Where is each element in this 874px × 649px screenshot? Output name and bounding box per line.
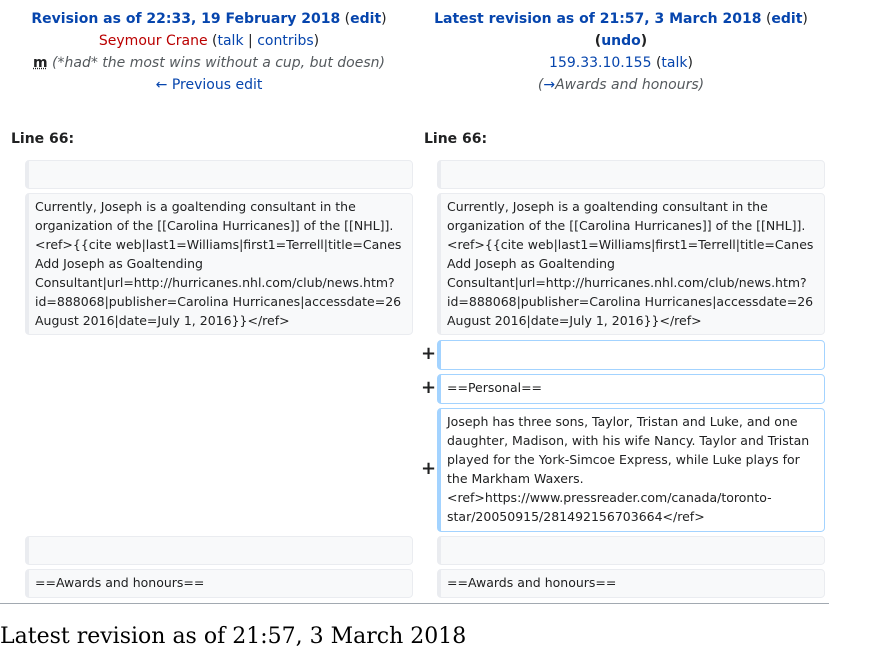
undo-link[interactable]: undo bbox=[601, 33, 641, 49]
old-context-blank bbox=[25, 536, 413, 565]
added-paragraph-line: Joseph has three sons, Taylor, Tristan a… bbox=[437, 408, 825, 532]
previous-edit-link[interactable]: ← Previous edit bbox=[156, 77, 263, 93]
new-line-number: Line 66: bbox=[424, 131, 488, 147]
revision-page-title: Latest revision as of 21:57, 3 March 201… bbox=[0, 624, 467, 649]
new-edit-link[interactable]: edit bbox=[771, 11, 802, 27]
added-line-marker: + bbox=[421, 377, 437, 398]
new-edit-summary: (→Awards and honours) bbox=[537, 77, 705, 93]
minor-edit-flag: m bbox=[33, 55, 48, 71]
paren-close: ) bbox=[381, 11, 387, 27]
new-user-link[interactable]: 159.33.10.155 bbox=[549, 55, 651, 71]
added-line-marker: + bbox=[421, 343, 437, 364]
added-line-marker: + bbox=[421, 458, 437, 479]
old-edit-link[interactable]: edit bbox=[350, 11, 381, 27]
section-arrow-link[interactable]: → bbox=[543, 77, 555, 93]
new-revision-header: Latest revision as of 21:57, 3 March 201… bbox=[412, 8, 830, 96]
old-revision-header: Revision as of 22:33, 19 February 2018 (… bbox=[31, 11, 387, 93]
new-user-talk-link[interactable]: talk bbox=[661, 55, 687, 71]
old-line-number: Line 66: bbox=[11, 131, 75, 147]
old-awards-heading: ==Awards and honours== bbox=[25, 569, 413, 598]
old-user-contribs-link[interactable]: contribs bbox=[257, 33, 313, 49]
old-context-paragraph: Currently, Joseph is a goaltending consu… bbox=[25, 193, 413, 335]
old-context-blank bbox=[25, 160, 413, 189]
added-heading-line: ==Personal== bbox=[437, 374, 825, 404]
old-edit-summary: (*had* the most wins without a cup, but … bbox=[52, 55, 385, 71]
old-user-talk-link[interactable]: talk bbox=[217, 33, 243, 49]
divider bbox=[0, 603, 829, 604]
new-revision-link[interactable]: Latest revision as of 21:57, 3 March 201… bbox=[434, 11, 761, 27]
old-user-link[interactable]: Seymour Crane bbox=[99, 33, 208, 49]
added-blank-line bbox=[437, 340, 825, 370]
new-context-paragraph: Currently, Joseph is a goaltending consu… bbox=[437, 193, 825, 335]
new-context-blank bbox=[437, 536, 825, 565]
new-awards-heading: ==Awards and honours== bbox=[437, 569, 825, 598]
old-revision-link[interactable]: Revision as of 22:33, 19 February 2018 bbox=[31, 11, 340, 27]
new-context-blank bbox=[437, 160, 825, 189]
